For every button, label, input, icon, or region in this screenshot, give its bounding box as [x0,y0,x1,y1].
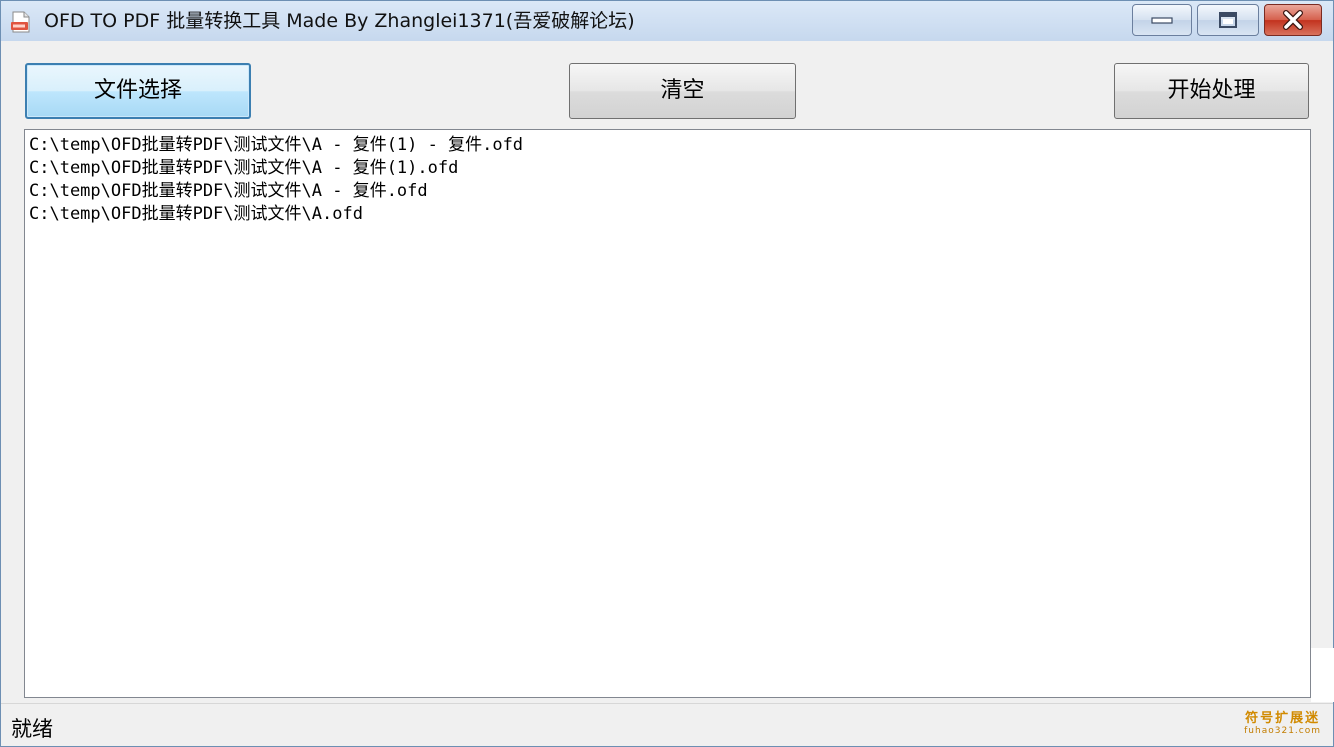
pdf-file-icon [10,11,32,33]
list-item[interactable]: C:\temp\OFD批量转PDF\测试文件\A - 复件(1).ofd [29,157,1310,180]
start-processing-button[interactable]: 开始处理 [1114,63,1309,119]
maximize-button[interactable] [1197,4,1259,36]
list-item[interactable]: C:\temp\OFD批量转PDF\测试文件\A - 复件(1) - 复件.of… [29,134,1310,157]
list-item[interactable]: C:\temp\OFD批量转PDF\测试文件\A - 复件.ofd [29,180,1310,203]
minimize-icon [1151,17,1173,24]
watermark: 符号扩展迷 fuhao321.com [1244,712,1321,736]
watermark-title: 符号扩展迷 [1245,711,1321,726]
status-text: 就绪 [11,717,53,741]
file-list[interactable]: C:\temp\OFD批量转PDF\测试文件\A - 复件(1) - 复件.of… [24,129,1311,698]
background-gap [1311,648,1334,702]
file-select-button[interactable]: 文件选择 [25,63,251,119]
window-title: OFD TO PDF 批量转换工具 Made By Zhanglei1371(吾… [44,10,635,32]
list-item[interactable]: C:\temp\OFD批量转PDF\测试文件\A.ofd [29,203,1310,226]
status-bar: 就绪 符号扩展迷 fuhao321.com [1,703,1333,746]
watermark-url: fuhao321.com [1244,726,1321,736]
title-bar[interactable]: OFD TO PDF 批量转换工具 Made By Zhanglei1371(吾… [1,1,1333,41]
minimize-button[interactable] [1132,4,1192,36]
app-window: OFD TO PDF 批量转换工具 Made By Zhanglei1371(吾… [0,0,1334,747]
close-button[interactable] [1264,4,1322,36]
close-icon [1283,10,1303,30]
clear-button[interactable]: 清空 [569,63,796,119]
maximize-icon [1219,12,1237,28]
